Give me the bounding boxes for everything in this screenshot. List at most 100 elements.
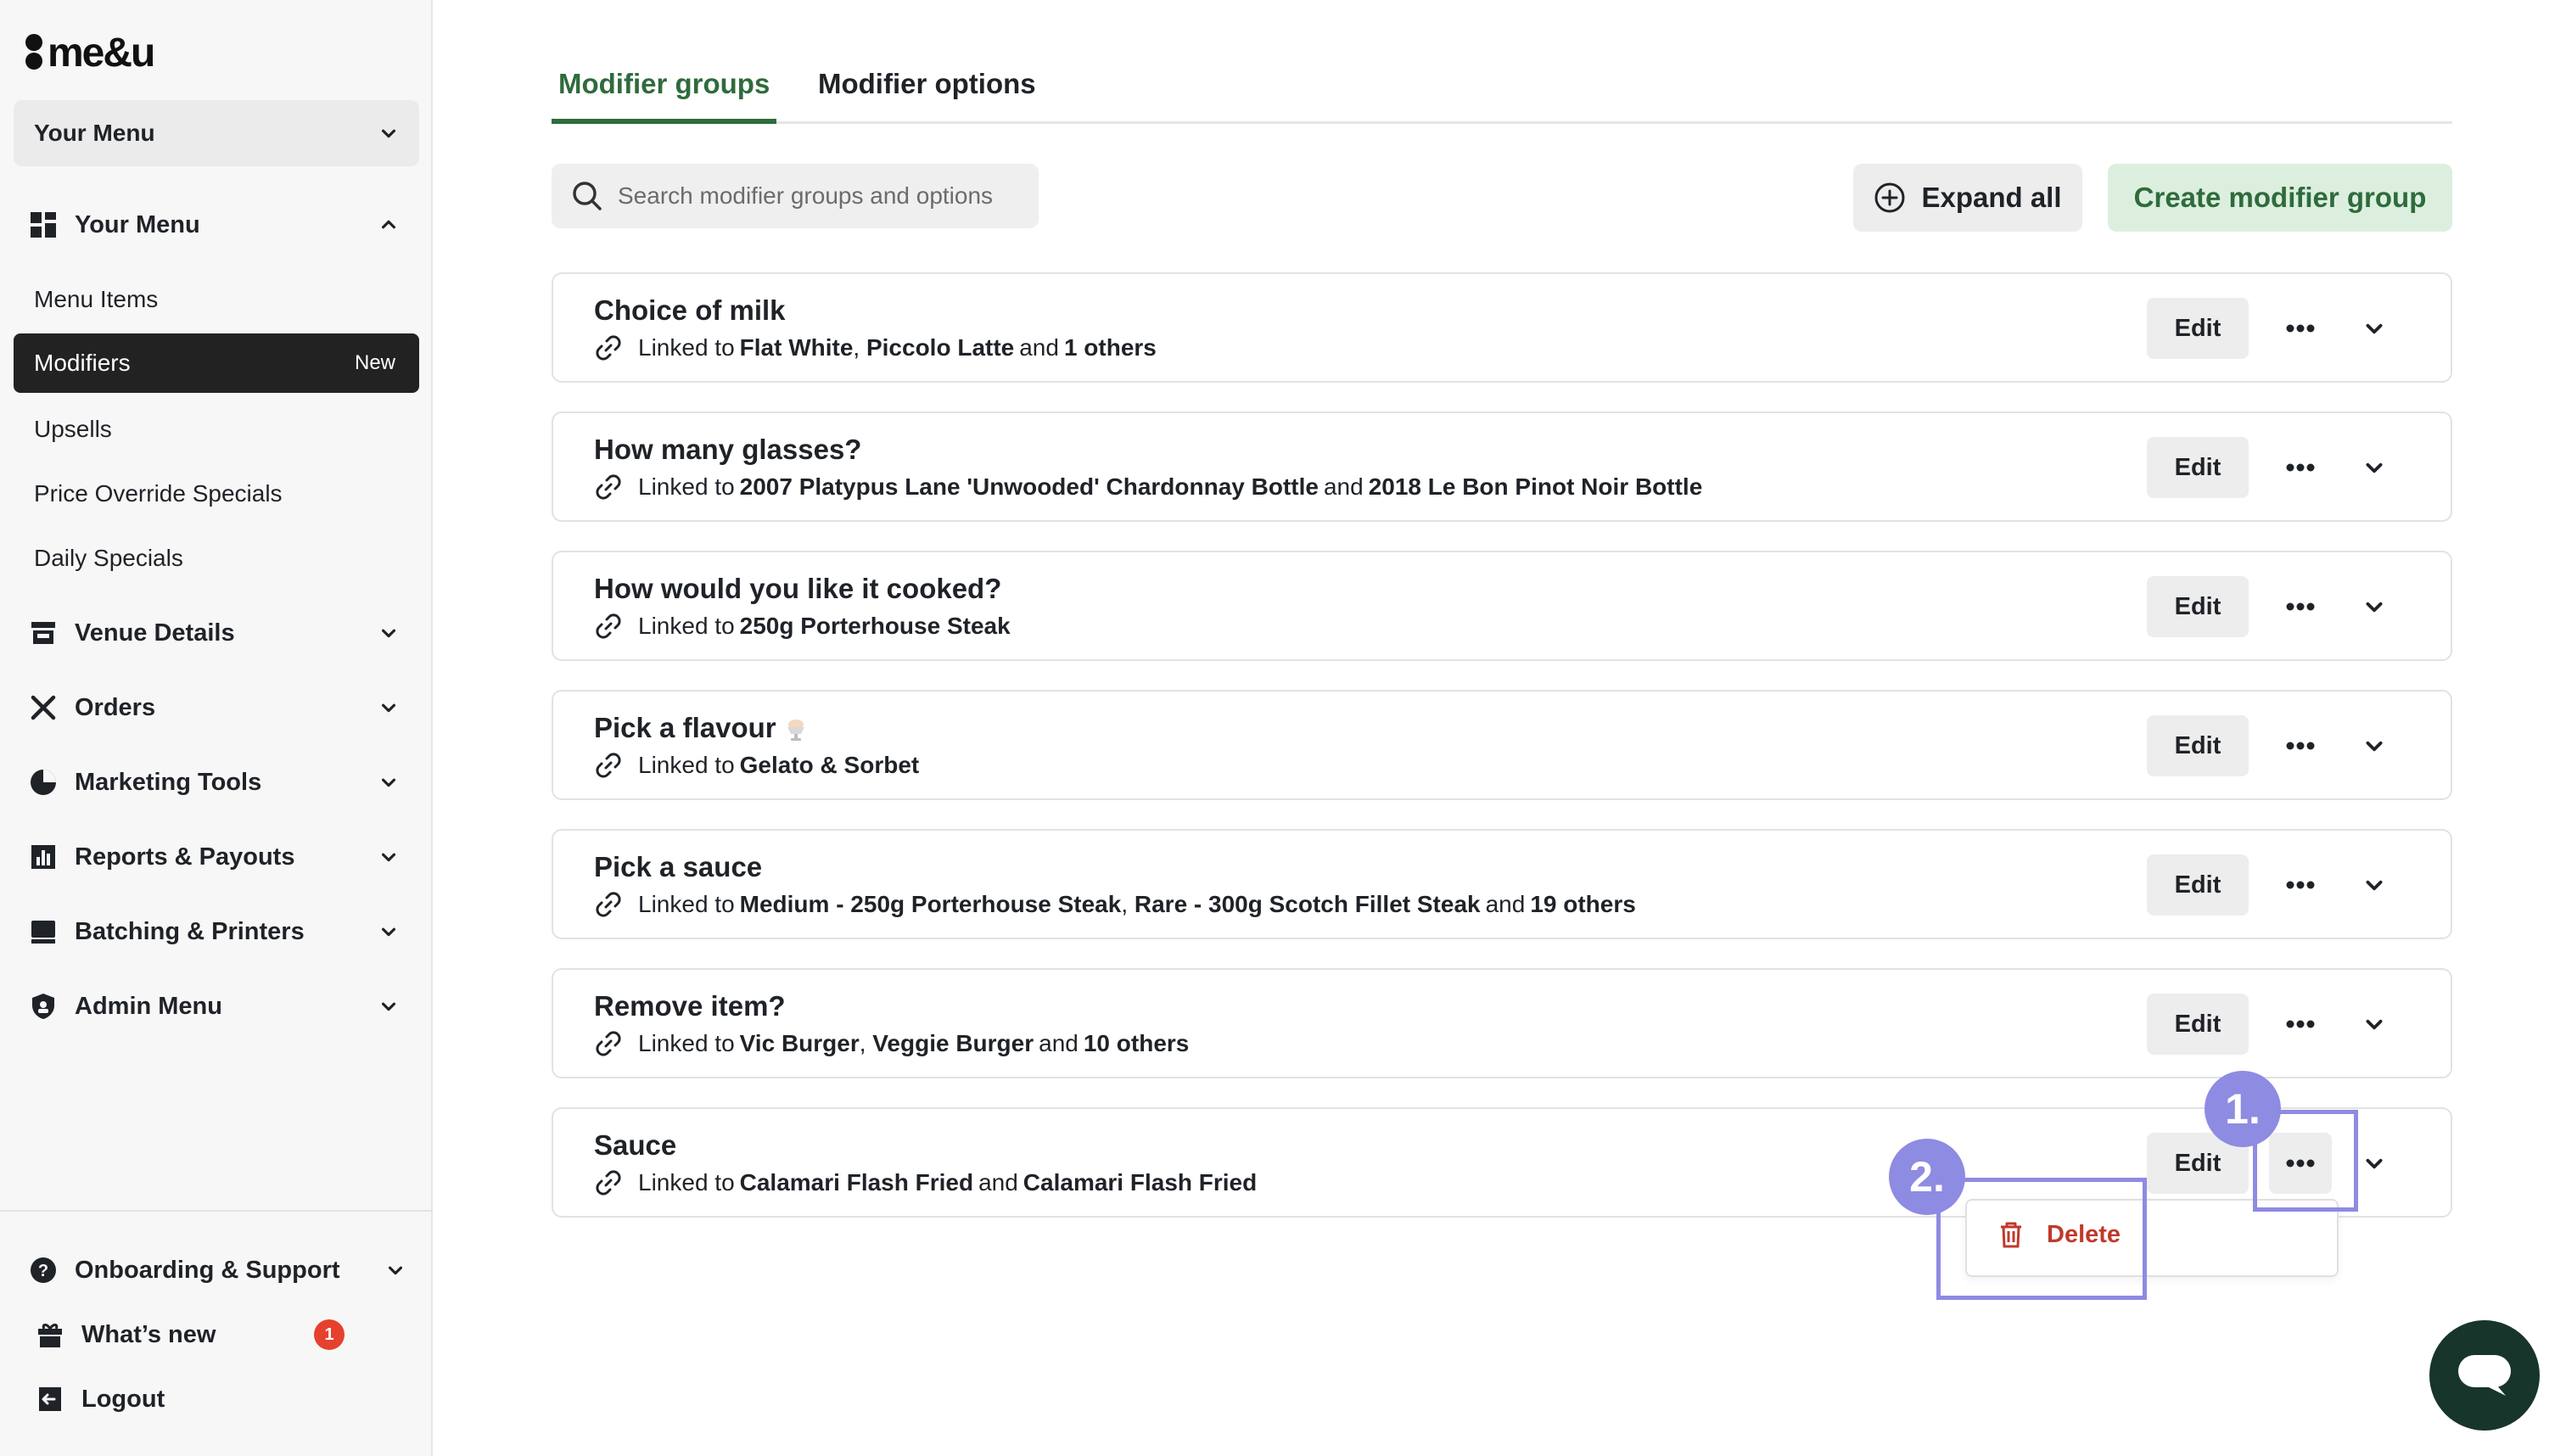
- logo-mark-icon: [25, 32, 44, 73]
- sidebar-item-upsells[interactable]: Upsells: [14, 400, 419, 459]
- modifier-group-card[interactable]: Choice of milk Linked to Flat White, Picco…: [552, 272, 2452, 383]
- linked-prefix: Linked to: [638, 613, 735, 639]
- expand-group-button[interactable]: [2359, 1009, 2390, 1039]
- modifier-group-title-text: How would you like it cooked?: [594, 573, 1002, 604]
- help-circle-icon: ?: [29, 1256, 58, 1285]
- linked-item: Calamari Flash Fried: [739, 1169, 974, 1196]
- nav-section-marketing-tools[interactable]: Marketing Tools: [0, 752, 433, 813]
- expand-group-button[interactable]: [2359, 313, 2390, 344]
- more-options-button[interactable]: [2269, 994, 2332, 1055]
- highlight-delete-item: [1936, 1178, 2147, 1300]
- edit-button[interactable]: Edit: [2147, 576, 2249, 637]
- linked-item: Veggie Burger: [872, 1030, 1034, 1056]
- chevron-down-icon: [2363, 735, 2385, 757]
- new-badge: New: [354, 351, 395, 374]
- sidebar: me&u Your Menu Your Menu Menu Items Modi…: [0, 0, 433, 1456]
- modifier-group-card[interactable]: How many glasses? Linked to 2007 Platypus …: [552, 412, 2452, 522]
- chevron-down-icon: [2363, 1013, 2385, 1035]
- chevron-down-icon: [378, 697, 399, 718]
- create-modifier-group-button[interactable]: Create modifier group: [2108, 164, 2452, 232]
- linked-prefix: Linked to: [638, 1169, 735, 1196]
- modifier-group-card[interactable]: Pick a sauce Linked to Medium - 250g Porte…: [552, 829, 2452, 939]
- expand-group-button[interactable]: [2359, 870, 2390, 900]
- sidebar-item-price-override-specials[interactable]: Price Override Specials: [14, 464, 419, 524]
- brand-logo[interactable]: me&u: [25, 29, 155, 76]
- chat-launcher-button[interactable]: [2429, 1320, 2540, 1431]
- modifier-group-card[interactable]: How would you like it cooked? Linked to 25…: [552, 551, 2452, 661]
- expand-all-label: Expand all: [1921, 182, 2062, 213]
- chevron-down-icon: [378, 123, 399, 143]
- menu-selector[interactable]: Your Menu: [14, 100, 419, 166]
- edit-button[interactable]: Edit: [2147, 854, 2249, 916]
- more-options-button[interactable]: [2269, 576, 2332, 637]
- nav-section-venue-details[interactable]: Venue Details: [0, 602, 433, 664]
- edit-button[interactable]: Edit: [2147, 437, 2249, 498]
- nav-logout[interactable]: Logout: [36, 1372, 417, 1426]
- grid-icon: [29, 210, 58, 239]
- linked-item: Flat White: [739, 334, 854, 361]
- linked-joiner: and: [1485, 891, 1526, 917]
- link-icon: [594, 1029, 638, 1058]
- tab-modifier-groups[interactable]: Modifier groups: [552, 61, 777, 124]
- more-horizontal-icon: [2285, 880, 2316, 890]
- search-input[interactable]: [618, 182, 1017, 210]
- nav-section-label: Orders: [75, 693, 156, 721]
- nav-onboarding-support[interactable]: ? Onboarding & Support: [29, 1243, 411, 1297]
- modifier-group-card[interactable]: Pick a flavour Linked to Gelato & Sorbet Ed…: [552, 690, 2452, 800]
- gift-icon: [36, 1320, 64, 1349]
- sidebar-item-daily-specials[interactable]: Daily Specials: [14, 529, 419, 588]
- printer-icon: [29, 917, 58, 946]
- chevron-down-icon: [378, 996, 399, 1016]
- search-icon: [573, 182, 602, 210]
- link-icon: [594, 473, 638, 501]
- linked-tail: 1 others: [1063, 334, 1157, 361]
- sidebar-divider: [0, 1210, 433, 1212]
- more-options-button[interactable]: [2269, 437, 2332, 498]
- nav-section-orders[interactable]: Orders: [0, 677, 433, 738]
- edit-button[interactable]: Edit: [2147, 994, 2249, 1055]
- linked-items: Linked to Vic Burger, Veggie Burger and 10 …: [594, 1029, 1189, 1058]
- nav-section-label: Batching & Printers: [75, 917, 305, 945]
- expand-group-button[interactable]: [2359, 1148, 2390, 1179]
- expand-group-button[interactable]: [2359, 731, 2390, 761]
- sidebar-item-menu-items[interactable]: Menu Items: [14, 270, 419, 329]
- tab-modifier-options[interactable]: Modifier options: [811, 61, 1043, 124]
- modifier-group-title: How many glasses?: [594, 434, 861, 466]
- comma-separator: ,: [1121, 891, 1135, 917]
- nav-section-your-menu[interactable]: Your Menu: [0, 194, 433, 255]
- nav-section-batching-printers[interactable]: Batching & Printers: [0, 901, 433, 962]
- linked-item: 2007 Platypus Lane 'Unwooded' Chardonnay…: [739, 473, 1319, 500]
- linked-item: Vic Burger: [739, 1030, 860, 1056]
- nav-section-label: Marketing Tools: [75, 768, 262, 796]
- nav-section-reports-payouts[interactable]: Reports & Payouts: [0, 826, 433, 888]
- sidebar-item-label: Price Override Specials: [34, 480, 283, 507]
- logo-text: me&u: [48, 30, 155, 76]
- step-1-marker: 1.: [2205, 1071, 2281, 1147]
- nav-whats-new[interactable]: What’s new 1: [36, 1308, 417, 1362]
- linked-item: Rare - 300g Scotch Fillet Steak: [1134, 891, 1481, 917]
- expand-group-button[interactable]: [2359, 452, 2390, 483]
- edit-button[interactable]: Edit: [2147, 715, 2249, 776]
- expand-all-button[interactable]: Expand all: [1853, 164, 2082, 232]
- modifier-group-card[interactable]: Remove item? Linked to Vic Burger, Veggie …: [552, 968, 2452, 1078]
- search-box[interactable]: [552, 164, 1039, 228]
- modifier-group-title-text: How many glasses?: [594, 434, 862, 465]
- more-options-button[interactable]: [2269, 854, 2332, 916]
- step-2-marker: 2.: [1889, 1139, 1965, 1215]
- modifier-group-title: Pick a flavour: [594, 712, 809, 744]
- modifier-tabs: Modifier groups Modifier options: [552, 61, 2452, 124]
- nav-section-admin-menu[interactable]: Admin Menu: [0, 976, 433, 1037]
- chevron-down-icon: [378, 921, 399, 942]
- edit-button[interactable]: Edit: [2147, 298, 2249, 359]
- linked-prefix: Linked to: [638, 473, 735, 500]
- more-options-button[interactable]: [2269, 298, 2332, 359]
- chevron-down-icon: [2363, 317, 2385, 339]
- shield-icon: [29, 992, 58, 1021]
- modifier-group-title-text: Choice of milk: [594, 294, 786, 326]
- more-options-button[interactable]: [2269, 715, 2332, 776]
- nav-label: Onboarding & Support: [75, 1256, 340, 1284]
- nav-label: Logout: [81, 1385, 165, 1413]
- nav-section-label: Reports & Payouts: [75, 843, 295, 871]
- expand-group-button[interactable]: [2359, 591, 2390, 622]
- sidebar-item-modifiers[interactable]: Modifiers New: [14, 333, 419, 393]
